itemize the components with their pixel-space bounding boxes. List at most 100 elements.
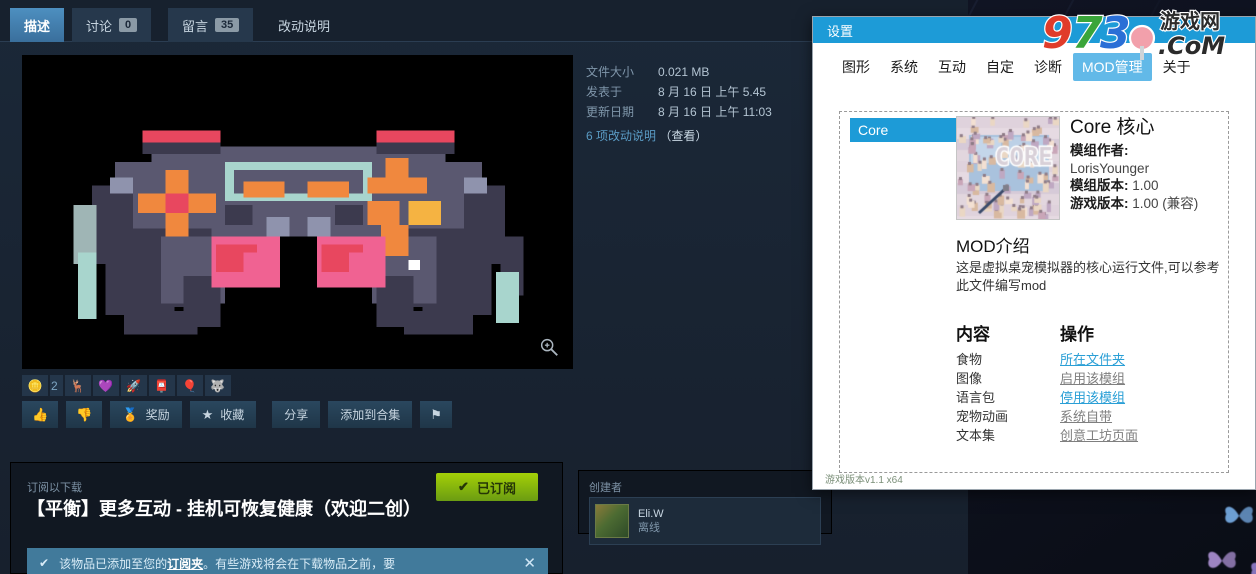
- wolf-award-icon[interactable]: 🐺: [205, 375, 231, 396]
- info-key: 更新日期: [586, 102, 658, 122]
- workshop-tab-label: 讨论: [86, 16, 112, 35]
- action-button-label: 奖励: [146, 406, 170, 423]
- mod-author-value: LorisYounger: [1070, 160, 1198, 178]
- mod-name: Core 核心: [1070, 116, 1198, 140]
- magnifier-zoom-in-icon[interactable]: [538, 336, 560, 358]
- star-icon: ★: [202, 407, 214, 423]
- info-row: 更新日期8 月 16 日 上午 11:03: [586, 102, 836, 122]
- close-icon[interactable]: ✕: [523, 554, 536, 572]
- mod-detail: Core 核心 模组作者: LorisYounger 模组版本: 1.00 游戏…: [956, 116, 1224, 295]
- changelog-view-label[interactable]: （查看）: [659, 129, 707, 143]
- notice-text-after: 。有些游戏将会在下载物品之前，要: [203, 557, 395, 571]
- award-glyph: 🪙: [28, 379, 43, 393]
- gold-award-icon[interactable]: 🪙: [22, 375, 48, 396]
- mod-list: Core: [850, 118, 956, 142]
- mod-author-key: 模组作者:: [1070, 142, 1198, 160]
- settings-tab-1[interactable]: 图形: [833, 53, 879, 81]
- subscribe-hint: 订阅以下载: [27, 479, 82, 495]
- creator-card[interactable]: Eli.W 离线: [589, 497, 821, 545]
- settings-tab-bar: 图形系统互动自定诊断MOD管理关于: [813, 43, 1255, 89]
- content-column-item: 语言包: [956, 388, 1008, 407]
- butterfly-icon: [1248, 556, 1256, 574]
- content-column-header: 内容: [956, 320, 1008, 345]
- action-column-link[interactable]: 系统自带: [1060, 407, 1138, 426]
- settings-tab-2[interactable]: 系统: [881, 53, 927, 81]
- changelog-row[interactable]: 6 项改动说明 （查看）: [586, 126, 836, 146]
- action-column-link[interactable]: 启用该模组: [1060, 369, 1138, 388]
- action-column-link[interactable]: 停用该模组: [1060, 388, 1138, 407]
- rocket-award-icon[interactable]: 🚀: [121, 375, 147, 396]
- notice-text-before: 该物品已添加至您的: [59, 557, 167, 571]
- workshop-tab-label: 改动说明: [278, 16, 330, 35]
- settings-tab-4[interactable]: 自定: [977, 53, 1023, 81]
- medal-icon: 🏅: [122, 407, 138, 423]
- award-icons-strip[interactable]: 🪙 2 🦌 💜🚀📮 🎈 🐺: [22, 375, 231, 396]
- mod-thumbnail-art: [957, 117, 1060, 220]
- content-column-item: 文本集: [956, 426, 1008, 445]
- info-key: 发表于: [586, 82, 658, 102]
- add-to-collection-button[interactable]: 添加到合集: [328, 401, 412, 428]
- changelog-link[interactable]: 6 项改动说明: [586, 129, 656, 143]
- settings-dialog: 设置 图形系统互动自定诊断MOD管理关于 Core Core 核心 模组作者: …: [812, 16, 1256, 490]
- mod-version-key: 模组版本:: [1070, 178, 1129, 193]
- workshop-tab-1[interactable]: 描述: [10, 8, 64, 42]
- flag-icon: ⚑: [430, 407, 442, 423]
- butterfly-icon: [1205, 545, 1239, 574]
- mod-description-text: 这是虚拟桌宠模拟器的核心运行文件,可以参考此文件编写mod: [956, 259, 1224, 295]
- mod-description-title: MOD介绍: [956, 232, 1224, 257]
- award-glyph: 🐺: [210, 379, 225, 393]
- workshop-tab-3[interactable]: 留言35: [168, 8, 253, 42]
- workshop-tab-badge: 0: [119, 18, 137, 32]
- mod-list-item[interactable]: Core: [850, 118, 956, 142]
- avatar: [595, 504, 629, 538]
- subscribed-button[interactable]: ✔ 已订阅: [436, 473, 538, 501]
- report-button[interactable]: ⚑: [420, 401, 452, 428]
- butterfly-icon: [1222, 500, 1256, 530]
- action-column-link[interactable]: 所在文件夹: [1060, 350, 1138, 369]
- mod-management-pane: Core Core 核心 模组作者: LorisYounger 模组版本: 1.…: [839, 111, 1229, 473]
- info-value: 8 月 16 日 上午 11:03: [658, 102, 772, 122]
- settings-tab-6[interactable]: MOD管理: [1073, 53, 1152, 81]
- thumbs-down-button[interactable]: 👎: [66, 401, 102, 428]
- content-column: 内容 食物图像语言包宠物动画文本集: [956, 320, 1008, 445]
- award-button[interactable]: 🏅 奖励: [110, 401, 181, 428]
- workshop-action-buttons: 👍 👎 🏅 奖励 ★收藏分享 添加到合集 ⚑: [22, 401, 452, 428]
- gamepad-pixel-art: [23, 56, 573, 369]
- subscribed-label: 已订阅: [477, 478, 516, 497]
- creator-status: 离线: [638, 521, 664, 535]
- heart-award-icon[interactable]: 💜: [93, 375, 119, 396]
- subscription-notice-bar: ✔ 该物品已添加至您的订阅夹。有些游戏将会在下载物品之前，要 ✕: [27, 548, 548, 574]
- creator-name: Eli.W: [638, 507, 664, 521]
- settings-tab-7[interactable]: 关于: [1154, 53, 1200, 81]
- action-column-link[interactable]: 创意工坊页面: [1060, 426, 1138, 445]
- mod-thumbnail: [956, 116, 1060, 220]
- action-column-header: 操作: [1060, 320, 1138, 345]
- settings-tab-5[interactable]: 诊断: [1025, 53, 1071, 81]
- award-glyph: 🎈: [182, 379, 197, 393]
- mailbox-award-icon[interactable]: 📮: [149, 375, 175, 396]
- award-count: 2: [50, 375, 63, 396]
- deer-award-icon[interactable]: 🦌: [65, 375, 91, 396]
- workshop-tab-2[interactable]: 讨论 0: [72, 8, 151, 42]
- workshop-tab-4[interactable]: 改动说明: [264, 8, 344, 42]
- action-column: 操作 所在文件夹启用该模组停用该模组系统自带创意工坊页面: [1060, 320, 1138, 445]
- workshop-preview-image: [22, 55, 573, 369]
- action-button-label: 添加到合集: [340, 406, 400, 423]
- content-column-item: 食物: [956, 350, 1008, 369]
- award-glyph: 🦌: [70, 379, 85, 393]
- workshop-tab-badge: 35: [215, 18, 239, 32]
- thumbs-up-button[interactable]: 👍: [22, 401, 58, 428]
- game-version-key: 游戏版本:: [1070, 196, 1129, 211]
- game-version-footer: 游戏版本v1.1 x64: [813, 467, 1256, 489]
- subscription-folder-link[interactable]: 订阅夹: [167, 557, 203, 571]
- check-icon: ✔: [39, 556, 49, 570]
- settings-tab-3[interactable]: 互动: [929, 53, 975, 81]
- share-button[interactable]: 分享: [272, 401, 320, 428]
- balloon-award-icon[interactable]: 🎈: [177, 375, 203, 396]
- mod-version-value: 1.00: [1132, 178, 1158, 193]
- creator-panel: 创建者 Eli.W 离线: [578, 470, 832, 534]
- workshop-info-column: 文件大小0.021 MB发表于8 月 16 日 上午 5.45更新日期8 月 1…: [586, 62, 836, 146]
- game-version-value: 1.00 (兼容): [1132, 196, 1198, 211]
- workshop-item-title: 【平衡】更多互动 - 挂机可恢复健康（欢迎二创）: [27, 495, 421, 521]
- favorite-button[interactable]: ★收藏: [190, 401, 257, 428]
